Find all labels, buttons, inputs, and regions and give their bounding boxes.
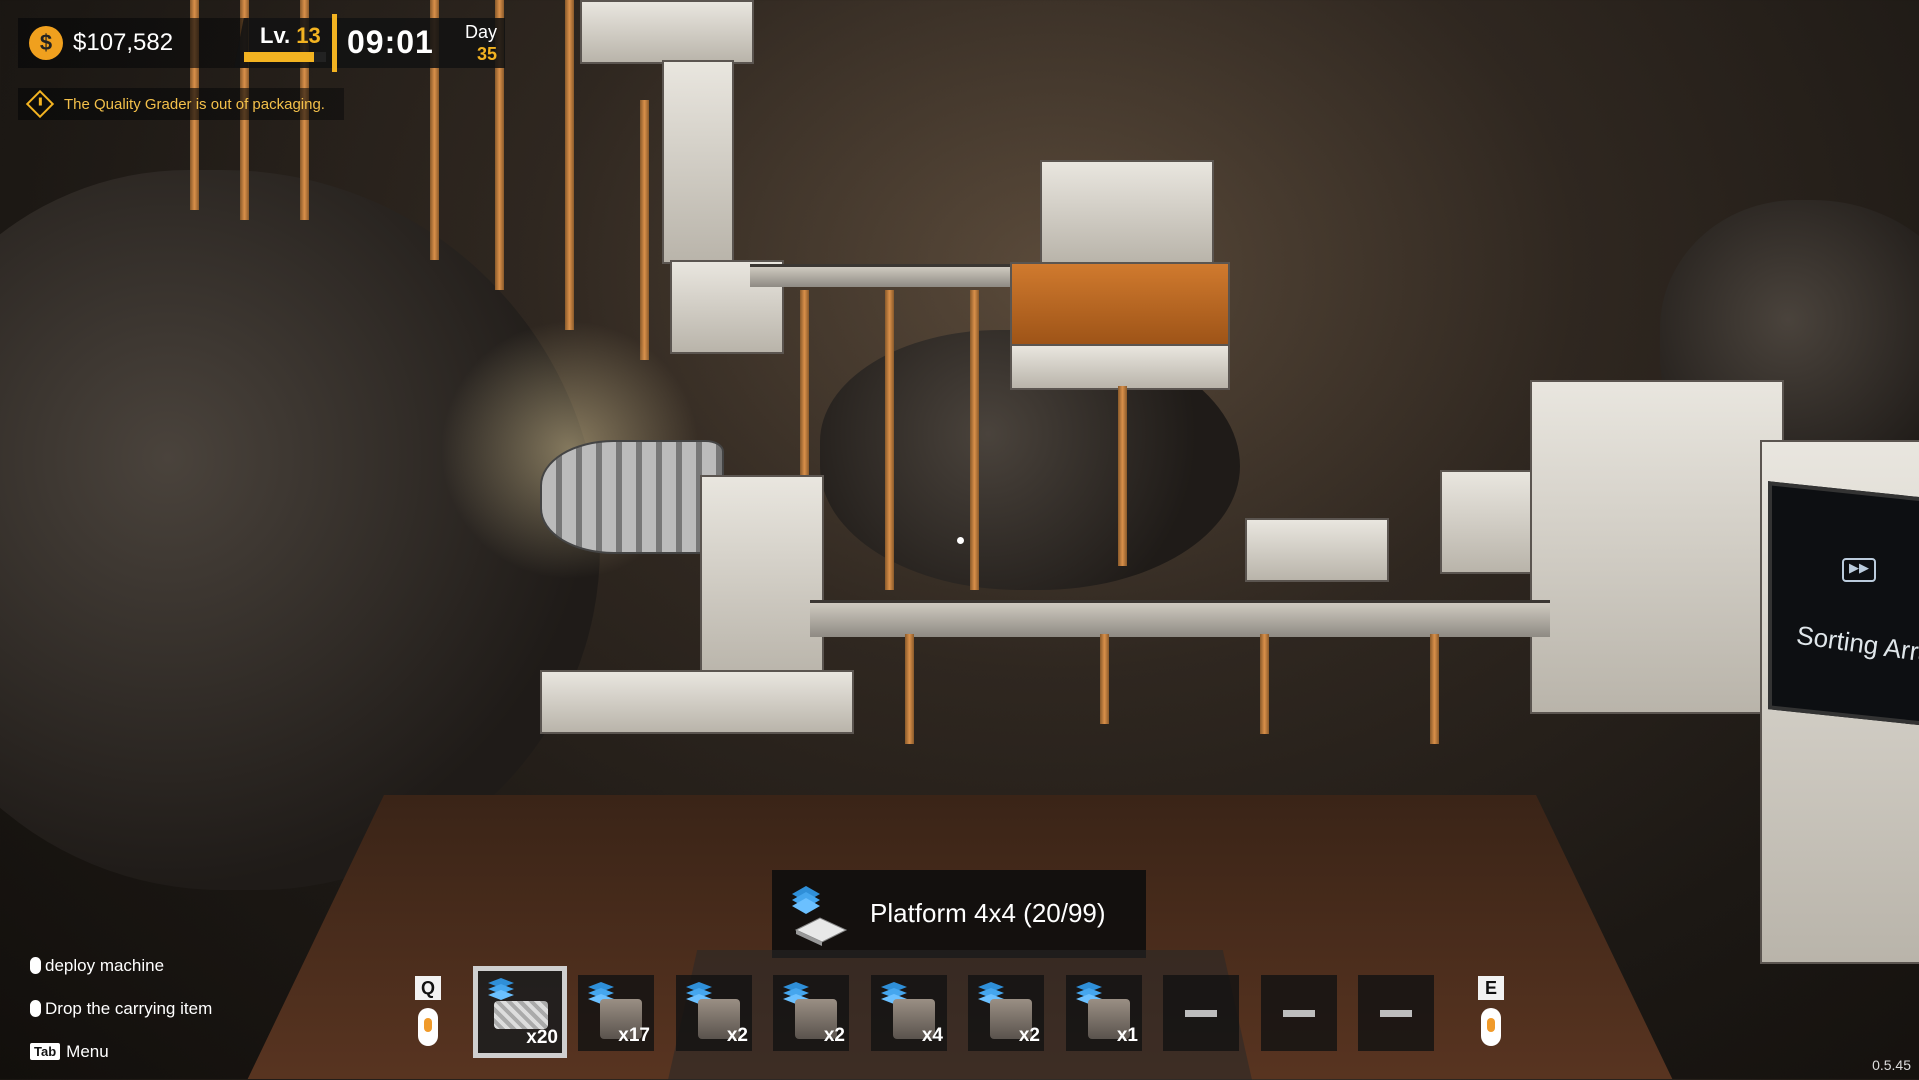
tower-column [662,60,734,264]
xp-bar-fill [244,52,314,62]
hint-menu: Tab Menu [30,1030,212,1073]
hotbar-slot[interactable] [1163,975,1239,1051]
mouse-left-icon [30,957,41,974]
empty-slot-icon [1380,1010,1412,1017]
hotbar-slot[interactable]: x4 [871,975,947,1051]
money-display: $ $107,582 [18,18,248,68]
slot-count: x2 [726,1025,748,1046]
conveyor-leg [1100,634,1109,724]
next-slot-control[interactable]: E [1478,976,1504,1056]
level-text: Lv. 13 [260,23,321,49]
conveyor-leg [1260,634,1269,734]
slot-count: x4 [921,1025,943,1046]
hint-label: Menu [66,1041,109,1061]
slot-count: x2 [823,1025,845,1046]
slot-count: x1 [1116,1025,1138,1046]
hint-deploy: deploy machine [30,944,212,987]
hotbar-slot[interactable]: x2 [676,975,752,1051]
empty-slot-icon [1283,1010,1315,1017]
slot-item-icon [494,1001,548,1029]
core-drill-bit [540,440,724,554]
scaffold-pillar [565,0,574,330]
clock-display: 09:01 Day 35 [337,18,505,68]
sorting-array-screen [1768,481,1919,727]
hopper-machine [1040,160,1214,264]
version-label: 0.5.45 [1872,1057,1911,1073]
main-conveyor [810,600,1550,637]
hotbar-slot[interactable] [1358,975,1434,1051]
distant-machine [1440,470,1534,574]
ore-breaker-machine [1530,380,1784,714]
hotbar-slot[interactable] [1261,975,1337,1051]
time-value: 09:01 [347,24,434,60]
notification-banner: The Quality Grader is out of packaging. [18,88,344,120]
hint-label: Drop the carrying item [45,998,213,1018]
e-key-icon: E [1478,976,1504,1000]
level-label: Lv. [260,23,291,48]
slot-count: x17 [618,1025,650,1046]
scroll-wheel-icon [1481,1008,1501,1046]
money-value: $107,582 [73,29,174,56]
stack-icon [488,978,514,1000]
hotbar-slot[interactable]: x1 [1066,975,1142,1051]
conveyor-support [885,290,894,590]
day-value: 35 [476,44,497,64]
crosshair [957,537,964,544]
overhead-conveyor [750,264,1020,287]
tab-key-icon: Tab [30,1043,61,1060]
hopper-base [1010,344,1230,390]
hotbar-slot[interactable]: x2 [773,975,849,1051]
level-display: Lv. 13 [234,18,332,68]
fast-forward-icon: ▶▶ [1842,558,1876,582]
scaffold-pillar [640,100,649,360]
core-drill-unit [700,475,824,679]
hopper-support [1118,386,1127,566]
drill-base [540,670,854,734]
platform-item-icon [792,886,848,946]
slot-count: x2 [1018,1025,1040,1046]
tower-machine [580,0,754,64]
coin-icon: $ [29,26,63,60]
mouse-right-icon [30,1000,41,1017]
prev-slot-control[interactable]: Q [415,976,441,1056]
warning-icon [25,89,55,119]
slot-count: x20 [526,1027,558,1048]
selected-item-tooltip: Platform 4x4 (20/99) [772,870,1146,958]
hotbar-slot[interactable]: x20 [473,966,567,1058]
conveyor-leg [1430,634,1439,744]
control-hints: deploy machine Drop the carrying item Ta… [30,944,212,1073]
q-key-icon: Q [415,976,441,1000]
notification-text: The Quality Grader is out of packaging. [64,95,325,113]
conveyor-support [970,290,979,590]
hopper-platform [1010,262,1230,348]
selected-item-label: Platform 4x4 (20/99) [870,898,1106,928]
empty-slot-icon [1185,1010,1217,1017]
hint-drop: Drop the carrying item [30,987,212,1030]
hotbar-slot[interactable]: x2 [968,975,1044,1051]
item-collection-machine [1245,518,1389,582]
level-value: 13 [296,23,321,48]
day-label: Day [464,22,497,42]
xp-bar [244,52,326,62]
hotbar-slot[interactable]: x17 [578,975,654,1051]
scroll-wheel-icon [418,1008,438,1046]
hint-label: deploy machine [45,955,165,975]
conveyor-leg [905,634,914,744]
